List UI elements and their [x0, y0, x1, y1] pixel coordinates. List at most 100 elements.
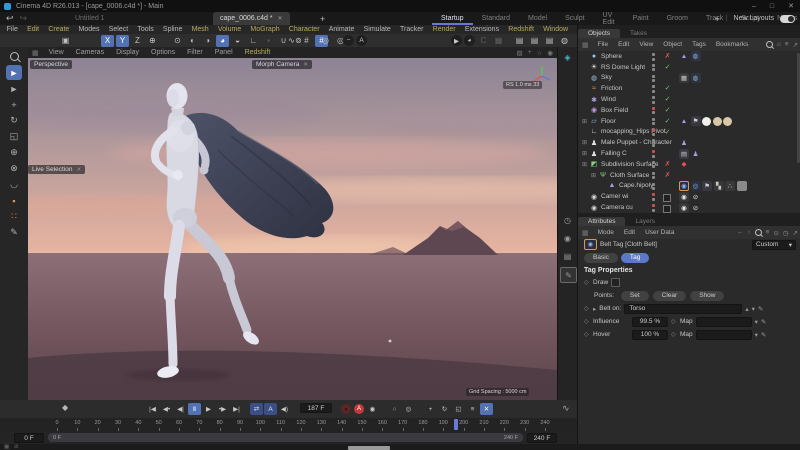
prev-key-icon[interactable]: ◀•	[160, 403, 173, 415]
visibility-dot-bottom[interactable]	[652, 111, 655, 114]
viewport-menu-panel[interactable]: Panel	[209, 49, 239, 56]
spline-tool-icon[interactable]: ∿	[285, 35, 298, 47]
enable-toggle[interactable]: ✗	[663, 52, 672, 60]
visibility-dots[interactable]	[652, 118, 655, 126]
visibility-dot-bottom[interactable]	[652, 176, 655, 179]
menu-mograph[interactable]: MoGraph	[246, 26, 284, 33]
redo-icon[interactable]: ↪	[20, 13, 28, 24]
loop-icon[interactable]: ⇄	[250, 403, 263, 415]
menu-spline[interactable]: Spline	[158, 26, 187, 33]
map-field[interactable]	[696, 330, 752, 340]
range-start-field[interactable]: 0 F	[14, 433, 44, 443]
tab-attributes[interactable]: Attributes	[578, 217, 625, 226]
pen-icon[interactable]: ✎	[758, 305, 763, 313]
object-row[interactable]: ▲Cape.hipoly◉◎⚑▚∴	[578, 181, 800, 192]
set-button[interactable]: Set	[621, 291, 649, 301]
object-name[interactable]: Cape.hipoly	[619, 182, 653, 189]
window-maximize-button[interactable]: □	[770, 3, 774, 10]
rs-grid-icon[interactable]: ▦	[492, 35, 505, 47]
visibility-dots[interactable]	[652, 129, 655, 137]
render-view-icon[interactable]: ▶	[451, 35, 462, 46]
live-selection-label[interactable]: Live Selection ✕	[28, 165, 85, 174]
view-opt-4-icon[interactable]: ◉	[547, 49, 553, 57]
anchor-icon[interactable]: ▴	[745, 305, 748, 313]
layout-tab-groom[interactable]: Groom	[658, 12, 697, 25]
layout-toggle[interactable]	[780, 15, 795, 23]
pen-icon[interactable]: ✎	[761, 318, 766, 326]
enable-toggle[interactable]: ✓	[663, 128, 672, 136]
viewport-scene-3d[interactable]	[28, 58, 557, 400]
object-name[interactable]: Box Field	[601, 107, 628, 114]
object-row[interactable]: ◉Box Field✓	[578, 105, 800, 116]
sound-icon[interactable]: ◀)	[278, 403, 291, 415]
key-position-icon[interactable]: +	[424, 403, 437, 415]
chevron-down-icon[interactable]: ▾	[755, 331, 758, 339]
ring-1-icon[interactable]: ◎	[319, 35, 332, 47]
viewport-menu-filter[interactable]: Filter	[181, 49, 209, 56]
next-key-icon[interactable]: •▶	[216, 403, 229, 415]
rs-c-icon[interactable]: C	[477, 35, 490, 47]
phong-tag-icon[interactable]: ▲	[679, 51, 689, 61]
expander-icon[interactable]: ⊞	[591, 172, 598, 179]
visibility-dot-top[interactable]	[652, 172, 655, 175]
belt-on-field[interactable]: Torso	[624, 304, 742, 314]
camera-label[interactable]: Morph Camera ✕	[252, 60, 312, 69]
object-name[interactable]: Male Puppet - Character	[601, 139, 672, 146]
play-pause-icon[interactable]: Ⅱ	[188, 403, 201, 415]
move-icon[interactable]: +	[6, 97, 22, 112]
om-menu-object[interactable]: Object	[658, 41, 687, 48]
visibility-dots[interactable]	[652, 183, 655, 191]
visibility-dot-top[interactable]	[652, 129, 655, 132]
render-pv-icon[interactable]: ◕	[464, 35, 475, 46]
object-row[interactable]: ⊞♟Falling C▤♟	[578, 148, 800, 159]
goto-start-icon[interactable]: |◀	[146, 403, 159, 415]
lock-z-icon[interactable]: Z	[131, 35, 144, 47]
keyframe-dot-icon[interactable]: ◇	[584, 331, 590, 338]
object-name[interactable]: mocapping_Hips Pivot	[601, 128, 666, 135]
enable-toggle[interactable]: ✓	[663, 106, 672, 114]
menu-redshift[interactable]: Redshift	[504, 26, 539, 33]
om-menu-tags[interactable]: Tags	[687, 41, 711, 48]
show-button[interactable]: Show	[690, 291, 724, 301]
enable-toggle[interactable]: ✓	[663, 117, 672, 125]
section-tab-basic[interactable]: Basic	[584, 253, 618, 263]
next-frame-icon[interactable]: ▶	[202, 403, 215, 415]
tab-layers[interactable]: Layers	[625, 217, 665, 226]
enable-toggle[interactable]: ✓	[663, 95, 672, 103]
visibility-dots[interactable]	[652, 85, 655, 93]
keyframe-diamond-icon[interactable]: ◆	[62, 403, 68, 412]
rec-parameter-icon[interactable]: ◎	[402, 403, 415, 415]
goto-end-icon[interactable]: ▶|	[230, 403, 243, 415]
home-icon[interactable]: ⌂	[777, 41, 781, 48]
visibility-dots[interactable]	[652, 96, 655, 104]
menu-animate[interactable]: Animate	[324, 26, 359, 33]
timeline-ruler[interactable]: 0102030405060708090100110120130140150160…	[0, 418, 577, 432]
range-slider[interactable]: 0 F 240 F	[48, 433, 523, 442]
visibility-dot-bottom[interactable]	[652, 144, 655, 147]
selection-tag-icon[interactable]: ⚑	[691, 116, 701, 126]
visibility-dots[interactable]	[652, 193, 655, 201]
om-menu-bookmarks[interactable]: Bookmarks	[711, 41, 754, 48]
material-sphere-icon[interactable]: ◍	[558, 35, 571, 47]
prev-frame-icon[interactable]: ◀|	[174, 403, 187, 415]
window-close-button[interactable]: ✕	[788, 2, 794, 10]
skytex-tag-icon[interactable]: ◍	[691, 51, 701, 61]
visibility-dot-bottom[interactable]	[652, 122, 655, 125]
render-queue-icon[interactable]: ▤	[528, 35, 541, 47]
menu-volume[interactable]: Volume	[213, 26, 246, 33]
influence-field[interactable]: 99.5 %	[632, 317, 668, 327]
viewport-menu-view[interactable]: View	[43, 49, 70, 56]
menu-extensions[interactable]: Extensions	[460, 26, 503, 33]
expander-icon[interactable]: ⊞	[582, 118, 589, 125]
up-icon[interactable]: ↑	[747, 229, 750, 236]
current-frame-field[interactable]: 187 F	[300, 403, 332, 413]
find-icon[interactable]	[6, 49, 22, 64]
om-menu-view[interactable]: View	[634, 41, 658, 48]
protect-tag-icon[interactable]: ⊘	[691, 203, 701, 213]
keyframe-dot-icon[interactable]: ◇	[584, 318, 590, 325]
expander-icon[interactable]: ⊞	[582, 139, 589, 146]
back-icon[interactable]: ←	[737, 229, 744, 236]
object-name[interactable]: Camer wi	[601, 193, 628, 200]
record-icon[interactable]: ●	[341, 404, 351, 414]
document-tab-untitled[interactable]: Untitled 1	[75, 12, 105, 25]
